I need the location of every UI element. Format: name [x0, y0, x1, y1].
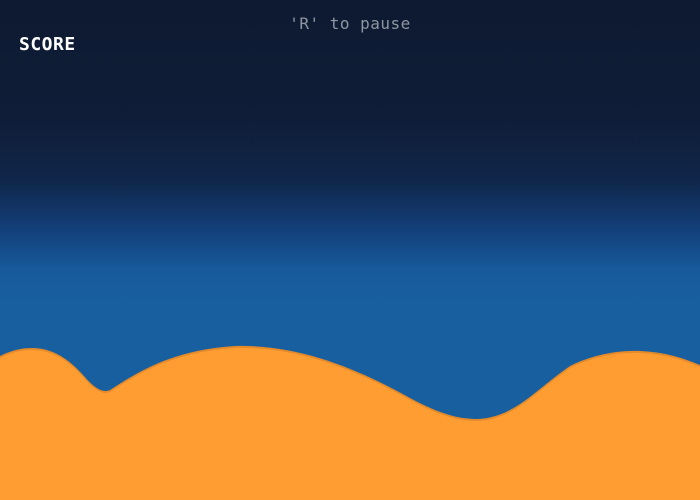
score-label: SCORE [19, 34, 76, 55]
game-screen[interactable]: 'R' to pause SCORE [0, 0, 700, 500]
sand-dunes [0, 345, 700, 500]
pause-hint: 'R' to pause [289, 14, 411, 33]
